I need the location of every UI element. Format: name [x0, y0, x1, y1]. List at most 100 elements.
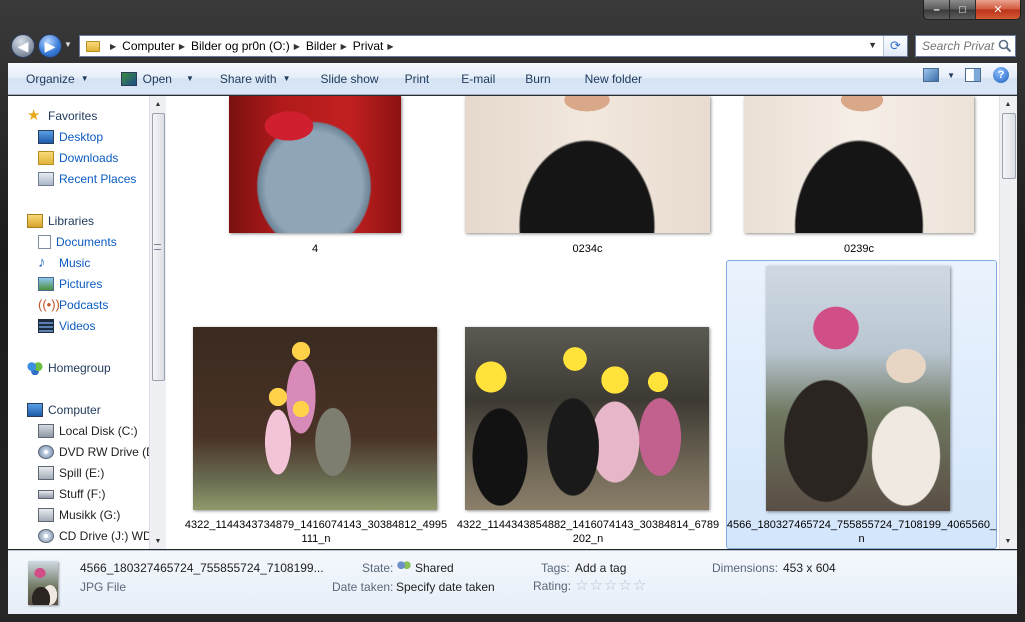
maximize-button[interactable]: □: [950, 0, 976, 19]
chevron-down-icon[interactable]: ▼: [186, 74, 194, 83]
help-icon[interactable]: ?: [993, 67, 1009, 83]
breadcrumb-chevron-icon[interactable]: ▶: [110, 42, 116, 51]
email-button[interactable]: E-mail: [439, 67, 505, 91]
file-name: 0239c: [844, 243, 874, 255]
sidebar-item-spill-e[interactable]: Spill (E:): [38, 463, 104, 483]
sidebar-item-label: Libraries: [48, 214, 95, 228]
back-button[interactable]: ◀: [11, 34, 35, 58]
share-with-button[interactable]: Share with ▼: [204, 67, 301, 91]
print-button[interactable]: Print: [389, 67, 440, 91]
tags-field[interactable]: Add a tag: [575, 561, 626, 575]
refresh-button[interactable]: ⟳: [883, 36, 907, 56]
breadcrumb-chevron-icon[interactable]: ▶: [387, 42, 393, 51]
close-button[interactable]: ✕: [976, 0, 1020, 19]
sidebar-item-libraries[interactable]: Libraries: [27, 211, 94, 231]
view-chevron-down-icon[interactable]: ▼: [947, 71, 955, 80]
breadcrumb-chevron-icon[interactable]: ▶: [294, 42, 300, 51]
sidebar-item-computer[interactable]: Computer: [27, 400, 101, 420]
recent-places-icon: [38, 172, 54, 186]
forward-button[interactable]: ▶: [38, 34, 62, 58]
breadcrumb-bilder[interactable]: Bilder: [306, 39, 337, 53]
navigation-pane-scrollbar[interactable]: ▲ ▼: [149, 96, 166, 549]
date-taken-field[interactable]: Specify date taken: [396, 580, 495, 594]
navigation-pane: ★ Favorites Desktop Downloads Recent Pla…: [8, 96, 150, 549]
sidebar-item-music[interactable]: ♪ Music: [38, 253, 90, 273]
sidebar-item-downloads[interactable]: Downloads: [38, 148, 118, 168]
photo-thumbnail[interactable]: [465, 327, 709, 510]
sidebar-item-desktop[interactable]: Desktop: [38, 127, 103, 147]
sidebar-item-pictures[interactable]: Pictures: [38, 274, 102, 294]
sidebar-item-podcasts[interactable]: ((•)) Podcasts: [38, 295, 108, 315]
scroll-up-icon[interactable]: ▲: [150, 96, 166, 112]
photo-thumbnail[interactable]: [465, 96, 710, 233]
search-input[interactable]: [922, 39, 1004, 53]
refresh-icon: ⟳: [890, 38, 901, 53]
sidebar-item-label: Local Disk (C:): [59, 424, 138, 438]
breadcrumb-chevron-icon[interactable]: ▶: [341, 42, 347, 51]
star-icon[interactable]: ☆: [575, 577, 588, 594]
sidebar-item-label: Downloads: [59, 151, 119, 165]
rating-stars[interactable]: ☆☆☆☆☆: [575, 576, 647, 594]
search-icon[interactable]: [998, 39, 1012, 53]
file-item[interactable]: 4322_1144343854882_1416074143_30384814_6…: [446, 260, 736, 549]
sidebar-item-musikk-g[interactable]: Musikk (G:): [38, 505, 120, 525]
star-icon[interactable]: ☆: [618, 577, 631, 594]
sidebar-item-dvd-drive-d[interactable]: DVD RW Drive (D: [38, 442, 150, 462]
sidebar-item-homegroup[interactable]: Homegroup: [27, 358, 111, 378]
star-icon[interactable]: ☆: [604, 577, 617, 594]
file-item[interactable]: 4: [166, 96, 466, 260]
breadcrumb-computer[interactable]: Computer: [122, 39, 175, 53]
photo-thumbnail[interactable]: [193, 327, 437, 510]
caption-buttons: – □ ✕: [923, 0, 1021, 20]
sidebar-item-documents[interactable]: Documents: [38, 232, 117, 252]
change-view-icon[interactable]: [923, 68, 940, 82]
state-label: State:: [362, 561, 394, 575]
scroll-down-icon[interactable]: ▼: [1000, 533, 1016, 549]
file-item[interactable]: 4322_1144343734879_1416074143_30384812_4…: [166, 260, 456, 549]
minimize-button[interactable]: –: [924, 0, 950, 19]
breadcrumb-drive[interactable]: Bilder og pr0n (O:): [191, 39, 290, 53]
new-folder-button[interactable]: New folder: [561, 67, 652, 91]
dimensions-value: 453 x 604: [783, 561, 836, 575]
file-name-line: 111_n: [301, 533, 331, 545]
breadcrumb-chevron-icon[interactable]: ▶: [179, 42, 185, 51]
photo-thumbnail[interactable]: [744, 96, 974, 233]
scroll-up-icon[interactable]: ▲: [1000, 96, 1016, 112]
photo-viewer-icon: [120, 71, 137, 86]
file-list: 4 0234c 0239c 4322_1144343734879_1416074…: [166, 96, 999, 549]
sidebar-item-videos[interactable]: Videos: [38, 316, 95, 336]
file-name-line: 4322_1144343734879_1416074143_30384812_4…: [184, 519, 448, 531]
star-icon[interactable]: ☆: [589, 577, 602, 594]
scroll-down-icon[interactable]: ▼: [150, 533, 166, 549]
address-dropdown-icon[interactable]: ▼: [868, 40, 877, 50]
sidebar-item-recent-places[interactable]: Recent Places: [38, 169, 136, 189]
photo-thumbnail[interactable]: [229, 96, 401, 233]
file-list-scrollbar[interactable]: ▲ ▼: [999, 96, 1017, 549]
sidebar-item-favorites[interactable]: ★ Favorites: [27, 106, 97, 126]
file-item-selected[interactable]: 4566_180327465724_755855724_7108199_4065…: [726, 260, 997, 549]
sidebar-item-stuff-f[interactable]: Stuff (F:): [38, 484, 105, 504]
details-pane: 4566_180327465724_755855724_7108199... J…: [8, 550, 1017, 614]
scrollbar-thumb[interactable]: [1002, 113, 1016, 179]
chevron-down-icon: ▼: [282, 74, 291, 83]
sidebar-item-local-disk-c[interactable]: Local Disk (C:): [38, 421, 138, 441]
file-item[interactable]: 0239c: [726, 96, 997, 260]
homegroup-icon: [27, 361, 43, 375]
sidebar-item-cd-drive-j[interactable]: CD Drive (J:) WD: [38, 526, 150, 546]
open-button[interactable]: Open ▼: [99, 67, 204, 91]
command-bar: Organize ▼ Open ▼ Share with ▼ Slide sho…: [8, 63, 1017, 95]
photo-thumbnail[interactable]: [766, 266, 950, 511]
file-item[interactable]: 0234c: [446, 96, 736, 260]
organize-button[interactable]: Organize ▼: [8, 67, 99, 91]
star-icon[interactable]: ☆: [633, 577, 646, 594]
history-dropdown-icon[interactable]: ▼: [64, 40, 72, 49]
slide-show-button[interactable]: Slide show: [301, 67, 389, 91]
address-bar[interactable]: ▶ Computer ▶ Bilder og pr0n (O:) ▶ Bilde…: [79, 35, 908, 57]
breadcrumb-privat[interactable]: Privat: [353, 39, 384, 53]
preview-pane-icon[interactable]: [965, 68, 981, 82]
search-box[interactable]: [915, 35, 1016, 57]
burn-button[interactable]: Burn: [505, 67, 560, 91]
sidebar-item-label: Desktop: [59, 130, 104, 144]
view-controls: ▼ ?: [923, 67, 1009, 83]
cd-drive-icon: [38, 529, 54, 543]
